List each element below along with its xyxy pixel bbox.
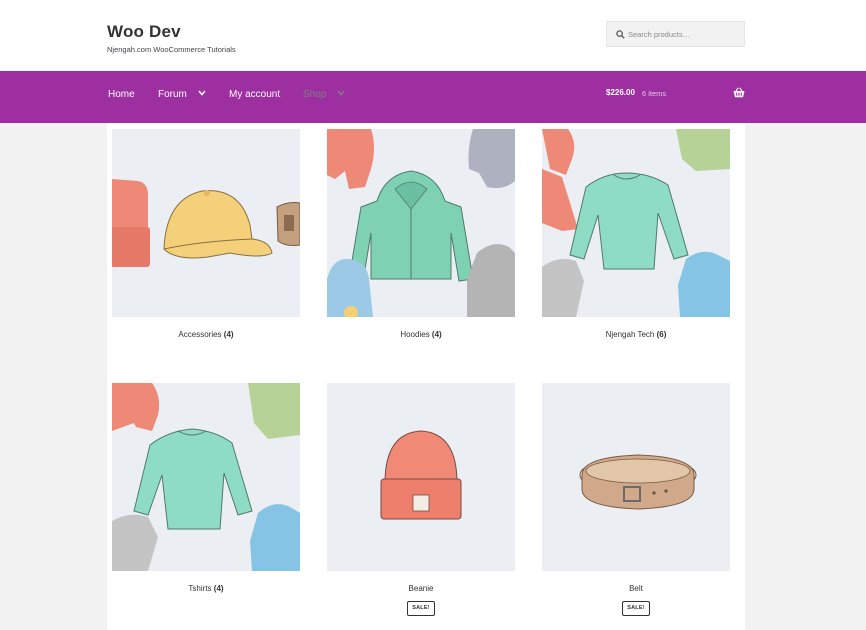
nav-home[interactable]: Home — [108, 89, 135, 100]
category-image[interactable] — [112, 383, 300, 571]
category-image[interactable] — [327, 129, 515, 317]
chevron-down-icon[interactable] — [337, 90, 345, 96]
site-description: Njengah.com WooCommerce Tutorials — [107, 45, 236, 54]
sale-badge: SALE! — [622, 601, 650, 616]
category-title[interactable]: Accessories (4) — [112, 330, 300, 339]
product-belt[interactable]: Belt SALE! — [542, 383, 730, 616]
product-search[interactable] — [606, 21, 745, 47]
basket-icon[interactable] — [733, 87, 745, 98]
category-image[interactable] — [112, 129, 300, 317]
nav-forum[interactable]: Forum — [158, 89, 187, 100]
search-input[interactable] — [628, 25, 740, 43]
nav-my-account[interactable]: My account — [229, 89, 280, 100]
category-hoodies[interactable]: Hoodies (4) — [327, 129, 515, 339]
category-title[interactable]: Njengah Tech (6) — [542, 330, 730, 339]
product-title[interactable]: Beanie — [327, 584, 515, 593]
nav-shop[interactable]: Shop — [303, 89, 326, 100]
category-accessories[interactable]: Accessories (4) — [112, 129, 300, 339]
main-content: Accessories (4) Hoodies (4) Njengah Tech… — [107, 123, 745, 630]
product-title[interactable]: Belt — [542, 584, 730, 593]
category-image[interactable] — [542, 129, 730, 317]
accessories-illustration — [112, 179, 300, 267]
cart-total[interactable]: $226.00 — [606, 88, 635, 97]
site-title[interactable]: Woo Dev — [107, 22, 181, 42]
belt-illustration — [579, 454, 697, 510]
category-tshirts[interactable]: Tshirts (4) — [112, 383, 300, 593]
chevron-down-icon[interactable] — [198, 90, 206, 96]
cart-count[interactable]: 6 items — [642, 89, 666, 98]
primary-navigation: Home Forum My account Shop $226.00 6 ite… — [0, 71, 866, 123]
site-header: Woo Dev Njengah.com WooCommerce Tutorial… — [0, 0, 866, 71]
tshirts-illustration — [112, 383, 300, 571]
product-image[interactable] — [542, 383, 730, 571]
category-njengah-tech[interactable]: Njengah Tech (6) — [542, 129, 730, 339]
njengah-tech-illustration — [542, 129, 730, 317]
hoodies-illustration — [327, 129, 515, 317]
product-beanie[interactable]: Beanie SALE! — [327, 383, 515, 616]
sale-badge: SALE! — [407, 601, 435, 616]
beanie-illustration — [380, 430, 462, 520]
product-image[interactable] — [327, 383, 515, 571]
search-icon — [616, 30, 625, 39]
category-title[interactable]: Tshirts (4) — [112, 584, 300, 593]
category-title[interactable]: Hoodies (4) — [327, 330, 515, 339]
